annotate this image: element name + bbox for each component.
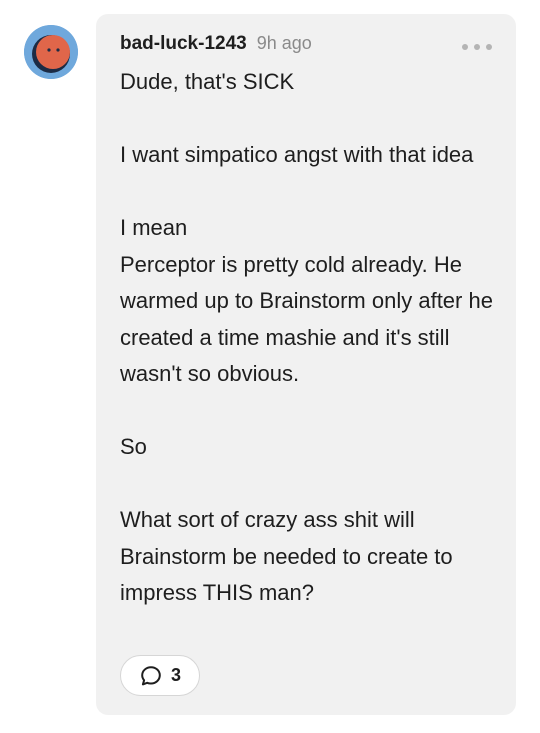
avatar[interactable] — [24, 25, 78, 79]
comment-paragraph: So — [120, 434, 147, 459]
more-options-button[interactable] — [462, 40, 492, 54]
comment-header: bad-luck-1243 9h ago — [120, 33, 312, 59]
comment-paragraph: What sort of crazy ass shit will Brainst… — [120, 507, 453, 605]
comment-body: Dude, that's SICK I want simpatico angst… — [120, 64, 500, 612]
more-horizontal-icon — [462, 44, 468, 50]
speech-bubble-icon — [141, 665, 161, 685]
comment-timestamp: 9h ago — [256, 33, 312, 53]
comment-paragraph: I mean Perceptor is pretty cold already.… — [120, 215, 493, 386]
comment-card: bad-luck-1243 9h ago Dude, that's SICK I… — [96, 14, 516, 715]
more-horizontal-icon — [474, 44, 480, 50]
reply-count: 3 — [170, 665, 181, 685]
more-horizontal-icon — [486, 44, 492, 50]
comment-author[interactable]: bad-luck-1243 — [120, 33, 247, 55]
replies-button[interactable]: 3 — [120, 655, 200, 696]
avatar-face-icon — [24, 25, 78, 79]
comment-paragraph: I want simpatico angst with that idea — [120, 142, 474, 167]
comment-paragraph: Dude, that's SICK — [120, 69, 295, 94]
